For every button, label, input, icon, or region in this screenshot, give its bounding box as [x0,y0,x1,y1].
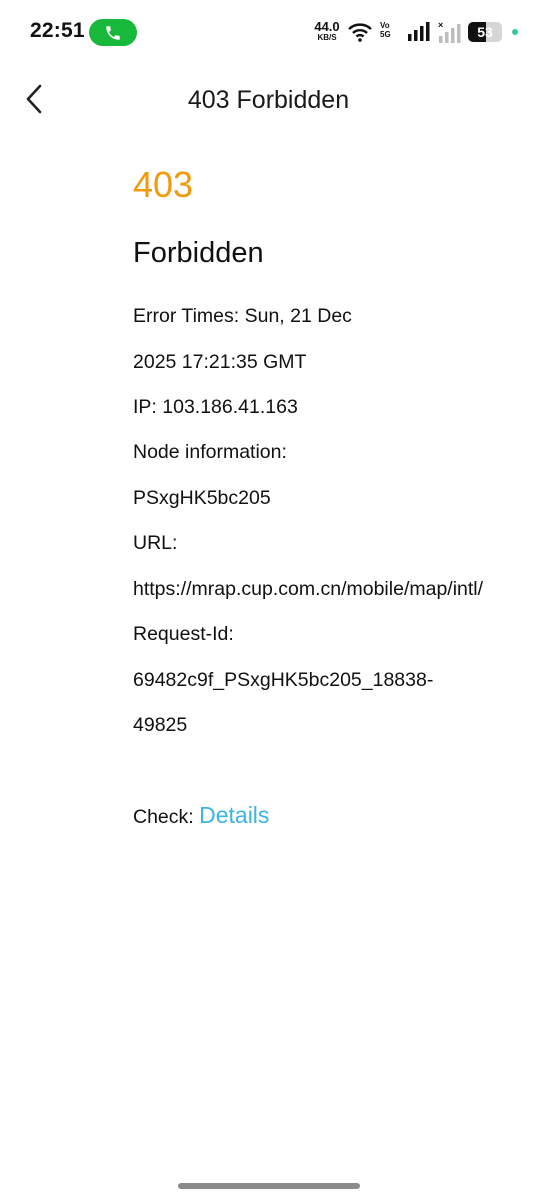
status-time: 22:51 [30,19,85,42]
volte-indicator: Vo 5G [380,21,391,39]
svg-text:×: × [438,21,443,30]
status-bar: 22:51 44.0 KB/S Vo 5G × 53 [0,0,537,64]
privacy-indicator-dot [512,29,518,35]
battery-level: 53 [477,24,493,40]
ip-line: IP: 103.186.41.163 [133,396,298,418]
phone-icon [106,26,120,40]
error-heading: Forbidden [133,237,264,269]
check-label: Check: [133,806,200,828]
network-speed-unit: KB/S [317,33,337,42]
home-indicator[interactable] [178,1183,360,1189]
volte-label: Vo [380,21,390,30]
page-title: 403 Forbidden [187,86,350,114]
network-speed-value: 44.0 [314,19,340,34]
ongoing-call-indicator[interactable] [89,19,137,46]
request-id-value-line-1: 69482c9f_PSxgHK5bc205_18838- [133,669,434,691]
wifi-icon [348,23,372,42]
network-speed: 44.0 KB/S [311,20,343,42]
details-link[interactable]: Details [199,802,269,828]
signal-no-service-icon: × [438,21,461,43]
request-id-value-line-2: 49825 [133,714,188,736]
error-time-line-1: Error Times: Sun, 21 Dec [133,305,352,327]
url-value: https://mrap.cup.com.cn/mobile/map/intl/ [133,578,484,600]
url-label: URL: [133,532,178,554]
error-code: 403 [133,164,194,205]
error-time-line-2: 2025 17:21:35 GMT [133,351,307,373]
signal-strength-icon [408,22,430,41]
node-info-value: PSxgHK5bc205 [133,487,271,509]
check-row: Check: Details [133,802,269,829]
node-info-label: Node information: [133,441,287,463]
request-id-label: Request-Id: [133,623,234,645]
network-type-label: 5G [380,30,391,39]
battery-icon: 53 [468,22,502,42]
